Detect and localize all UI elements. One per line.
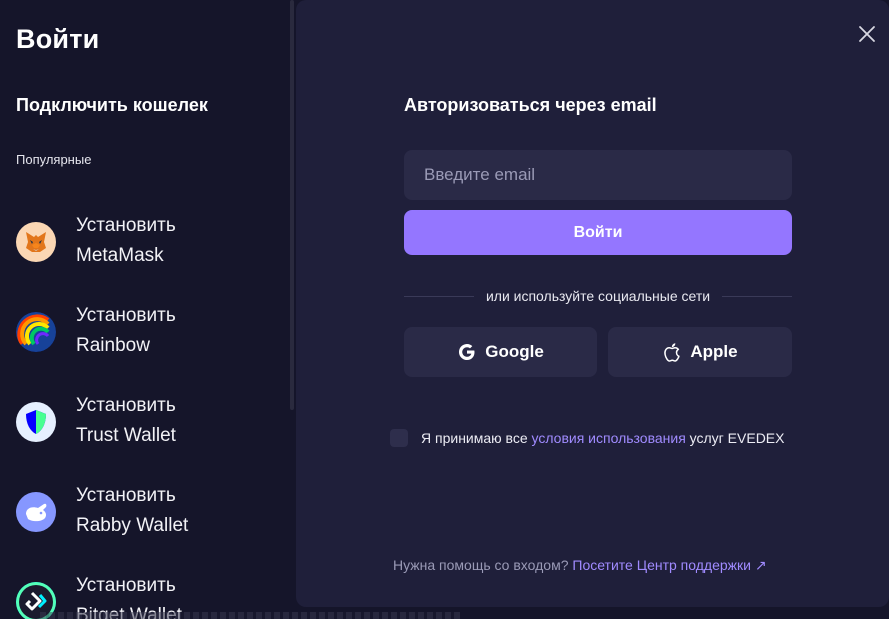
divider-label: или используйте социальные сети xyxy=(485,288,711,304)
wallet-label: Установить Trust Wallet xyxy=(76,391,176,451)
wallet-action: Установить xyxy=(76,305,176,326)
rainbow-icon xyxy=(16,312,56,352)
wallet-label: Установить MetaMask xyxy=(76,211,176,271)
close-icon[interactable] xyxy=(858,25,876,43)
rabby-bunny-icon xyxy=(16,492,56,532)
wallet-action: Установить xyxy=(76,485,176,506)
help-text: Нужна помощь со входом? xyxy=(393,557,569,573)
wallet-name: Rainbow xyxy=(76,335,150,356)
divider-line xyxy=(404,295,474,297)
email-auth-title: Авторизоваться через email xyxy=(404,95,657,115)
login-button[interactable]: Войти xyxy=(404,210,792,255)
wallet-name: Rabby Wallet xyxy=(76,515,189,536)
wallet-action: Установить xyxy=(76,575,176,596)
divider-line xyxy=(722,295,793,297)
google-icon xyxy=(459,344,475,360)
wallet-label: Установить Rainbow xyxy=(76,301,176,361)
wallet-item-trust[interactable]: Установить Trust Wallet xyxy=(16,377,286,467)
connect-wallet-heading: Подключить кошелек xyxy=(16,95,208,115)
google-label: Google xyxy=(485,342,544,361)
help-row: Нужна помощь со входом? Посетите Центр п… xyxy=(393,557,767,574)
terms-prefix: Я принимаю все xyxy=(421,430,528,446)
wallet-item-rainbow[interactable]: Установить Rainbow xyxy=(16,287,286,377)
popular-section-label: Популярные xyxy=(16,152,92,167)
metamask-fox-icon xyxy=(16,222,56,262)
wallet-sidebar: Войти Подключить кошелек Популярные Уста… xyxy=(0,0,296,619)
terms-link[interactable]: условия использования xyxy=(532,430,686,446)
wallet-name: Trust Wallet xyxy=(76,425,176,446)
page-title: Войти xyxy=(16,24,100,54)
wallet-item-metamask[interactable]: Установить MetaMask xyxy=(16,197,286,287)
email-input[interactable] xyxy=(404,150,792,200)
social-divider: или используйте социальные сети xyxy=(404,286,793,306)
wallet-action: Установить xyxy=(76,215,176,236)
trust-shield-icon xyxy=(16,402,56,442)
obscured-footer-text xyxy=(40,612,460,619)
support-center-link[interactable]: Посетите Центр поддержки ↗ xyxy=(572,557,766,573)
wallet-action: Установить xyxy=(76,395,176,416)
google-login-button[interactable]: Google xyxy=(404,327,597,377)
terms-checkbox[interactable] xyxy=(390,429,408,447)
wallet-list: Установить MetaMask Установить Rainbow У… xyxy=(16,197,286,619)
sidebar-scrollbar[interactable] xyxy=(290,0,294,410)
wallet-item-rabby[interactable]: Установить Rabby Wallet xyxy=(16,467,286,557)
terms-suffix: услуг EVEDEX xyxy=(689,430,785,446)
apple-label: Apple xyxy=(690,342,738,361)
wallet-item-bitget[interactable]: Установить Bitget Wallet xyxy=(16,557,286,619)
terms-row: Я принимаю все условия использования усл… xyxy=(390,429,784,447)
apple-icon xyxy=(664,343,681,362)
wallet-name: MetaMask xyxy=(76,245,164,266)
apple-login-button[interactable]: Apple xyxy=(608,327,792,377)
wallet-label: Установить Rabby Wallet xyxy=(76,481,188,541)
